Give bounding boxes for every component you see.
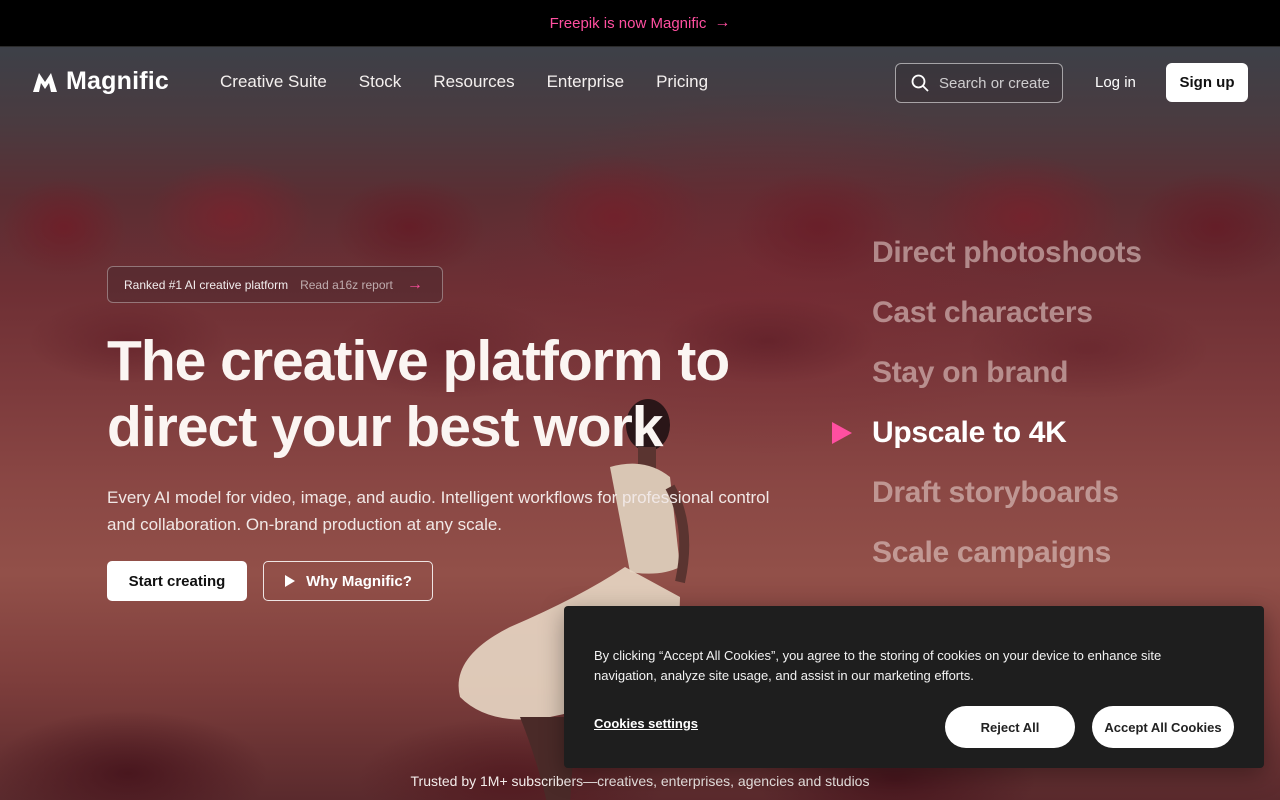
nav-link-resources[interactable]: Resources [433, 72, 514, 92]
nav-link-stock[interactable]: Stock [359, 72, 402, 92]
feature-label: Cast characters [872, 296, 1093, 329]
play-icon [285, 575, 296, 587]
magnific-logo-icon [33, 72, 57, 92]
nav-link-pricing[interactable]: Pricing [656, 72, 708, 92]
accept-all-cookies-button[interactable]: Accept All Cookies [1092, 706, 1234, 748]
feature-label: Upscale to 4K [872, 416, 1067, 449]
login-link[interactable]: Log in [1095, 74, 1136, 91]
why-magnific-button[interactable]: Why Magnific? [263, 561, 433, 601]
feature-label: Direct photoshoots [872, 236, 1142, 269]
search-input[interactable] [937, 73, 1056, 93]
announcement-text[interactable]: Freepik is now Magnific [550, 15, 707, 32]
feature-item-draft-storyboards[interactable]: Draft storyboards [832, 470, 1252, 530]
active-triangle-icon [832, 422, 852, 444]
feature-item-scale-campaigns[interactable]: Scale campaigns [832, 530, 1252, 590]
feature-item-upscale-to-4k[interactable]: Upscale to 4K [832, 410, 1252, 470]
hero-subheadline: Every AI model for video, image, and aud… [107, 488, 770, 534]
signup-button[interactable]: Sign up [1166, 63, 1248, 102]
brand-name: Magnific [66, 67, 169, 95]
cookie-settings-link[interactable]: Cookies settings [594, 716, 698, 731]
ranking-badge[interactable]: Ranked #1 AI creative platform Read a16z… [107, 266, 443, 303]
search-box[interactable] [895, 63, 1063, 103]
announcement-bar[interactable]: Freepik is now Magnific → [0, 0, 1280, 47]
start-creating-button[interactable]: Start creating [107, 561, 247, 601]
feature-label: Stay on brand [872, 356, 1069, 389]
feature-item-cast-characters[interactable]: Cast characters [832, 290, 1252, 350]
feature-item-direct-photoshoots[interactable]: Direct photoshoots [832, 230, 1252, 290]
feature-item-stay-on-brand[interactable]: Stay on brand [832, 350, 1252, 410]
nav-link-creative-suite[interactable]: Creative Suite [220, 72, 327, 92]
feature-label: Draft storyboards [872, 476, 1119, 509]
logo[interactable]: Magnific [32, 67, 169, 96]
cookie-banner: By clicking “Accept All Cookies”, you ag… [564, 606, 1264, 768]
feature-label: Scale campaigns [872, 536, 1111, 569]
nav-link-enterprise[interactable]: Enterprise [547, 72, 624, 92]
why-magnific-label: Why Magnific? [306, 572, 412, 590]
badge-report-link[interactable]: Read a16z report [300, 278, 393, 292]
cookie-message: By clicking “Accept All Cookies”, you ag… [594, 648, 1162, 683]
feature-list: Direct photoshoots Cast characters Stay … [832, 230, 1252, 590]
hero-headline: The creative platform to direct your bes… [107, 329, 730, 459]
nav-links: Creative Suite Stock Resources Enterpris… [220, 72, 708, 92]
badge-label: Ranked #1 AI creative platform [124, 277, 289, 292]
arrow-right-icon: → [714, 14, 731, 31]
main-nav: Magnific Creative Suite Stock Resources … [0, 47, 1280, 119]
reject-all-button[interactable]: Reject All [945, 706, 1075, 748]
trusted-by-text: Trusted by 1M+ subscribers—creatives, en… [410, 773, 870, 789]
arrow-right-icon: → [406, 275, 423, 293]
search-icon [911, 74, 929, 92]
